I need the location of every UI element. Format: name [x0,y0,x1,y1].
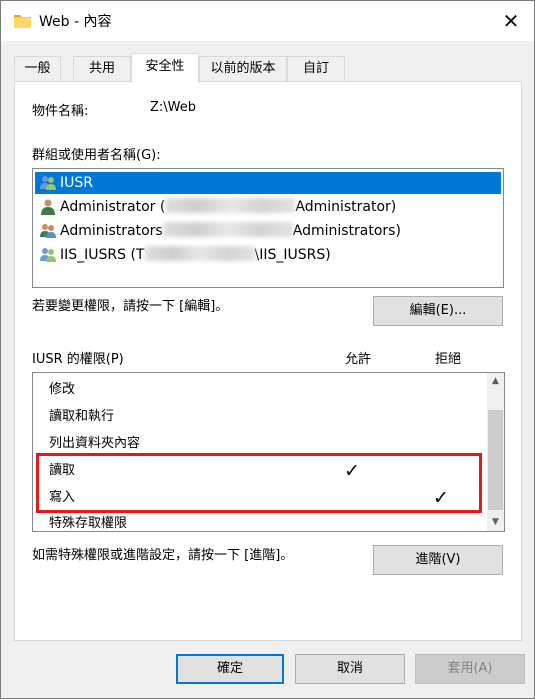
permission-read: 讀取 [49,463,76,478]
list-item-label: Administrators [60,223,163,239]
list-item-label: IIS_IUSRS (T [60,247,145,263]
scroll-up-arrow-icon[interactable]: ▲ [487,373,504,390]
users-group-icon [40,224,56,238]
ok-button[interactable]: 確定 [176,654,284,684]
users-group-icon [40,248,56,262]
advanced-hint: 如需特殊權限或進階設定，請按一下 [進階]。 [32,548,294,563]
allow-read-check: ✓ [344,460,360,482]
properties-dialog: Web - 內容 ✕ 一般 共用 安全性 以前的版本 自訂 物件名稱: Z:\W… [0,0,535,699]
scroll-down-arrow-icon[interactable]: ▼ [487,514,504,531]
apply-button[interactable]: 套用(A) [415,654,525,684]
list-item-label: IUSR [60,175,93,191]
folder-icon [14,15,31,28]
security-panel: 物件名稱: Z:\Web 群組或使用者名稱(G): IUSR Administr… [14,81,522,641]
advanced-button[interactable]: 進階(V) [373,545,503,575]
edit-hint: 若要變更權限，請按一下 [編輯]。 [32,299,229,314]
redacted-text [165,198,296,213]
tab-customize[interactable]: 自訂 [287,56,345,82]
list-item-administrators[interactable]: Administrators Administrators) [35,220,501,242]
users-group-icon [40,176,56,190]
close-button[interactable]: ✕ [496,7,526,35]
groups-list[interactable]: IUSR Administrator ( Administrator) Admin… [32,168,504,288]
tab-general[interactable]: 一般 [14,56,61,82]
edit-button[interactable]: 編輯(E)... [373,296,503,326]
redacted-text [162,222,293,237]
list-item-label-suffix: Administrators) [292,223,401,239]
object-name-value: Z:\Web [150,100,197,115]
tab-previous-versions[interactable]: 以前的版本 [199,56,287,82]
window-title: Web - 內容 [39,14,112,30]
deny-header: 拒絕 [435,352,462,367]
object-name-label: 物件名稱: [32,104,89,119]
allow-header: 允許 [345,352,372,367]
scroll-thumb[interactable] [488,410,503,510]
list-item-iis-iusrs[interactable]: IIS_IUSRS (T \IIS_IUSRS) [35,244,501,266]
redacted-text [144,246,255,261]
cancel-button[interactable]: 取消 [295,654,405,684]
permission-read-execute: 讀取和執行 [49,409,115,424]
close-icon: ✕ [502,9,520,33]
deny-write-check: ✓ [433,487,449,509]
permissions-scrollbar[interactable]: ▲ ▼ [487,373,504,531]
tab-sharing[interactable]: 共用 [73,56,131,82]
tab-security[interactable]: 安全性 [131,53,199,83]
list-item-iusr[interactable]: IUSR [35,172,501,194]
list-item-label: Administrator ( [60,199,166,215]
user-icon [41,199,55,215]
groups-label: 群組或使用者名稱(G): [32,148,161,163]
dialog-buttons: 確定 取消 套用(A) [1,641,534,698]
permission-list-folder: 列出資料夾內容 [49,436,141,451]
permissions-list[interactable]: 修改 讀取和執行 列出資料夾內容 讀取 ✓ 寫入 ✓ 特殊存取權限 ▲ ▼ [32,372,505,532]
permissions-label: IUSR 的權限(P) [32,352,124,367]
list-item-administrator[interactable]: Administrator ( Administrator) [35,196,501,218]
list-item-label-suffix: \IIS_IUSRS) [254,247,331,263]
permission-modify: 修改 [49,382,76,397]
title-bar[interactable]: Web - 內容 ✕ [1,1,534,41]
permission-special: 特殊存取權限 [49,516,128,531]
permission-write: 寫入 [49,490,76,505]
list-item-label-suffix: Administrator) [295,199,397,215]
